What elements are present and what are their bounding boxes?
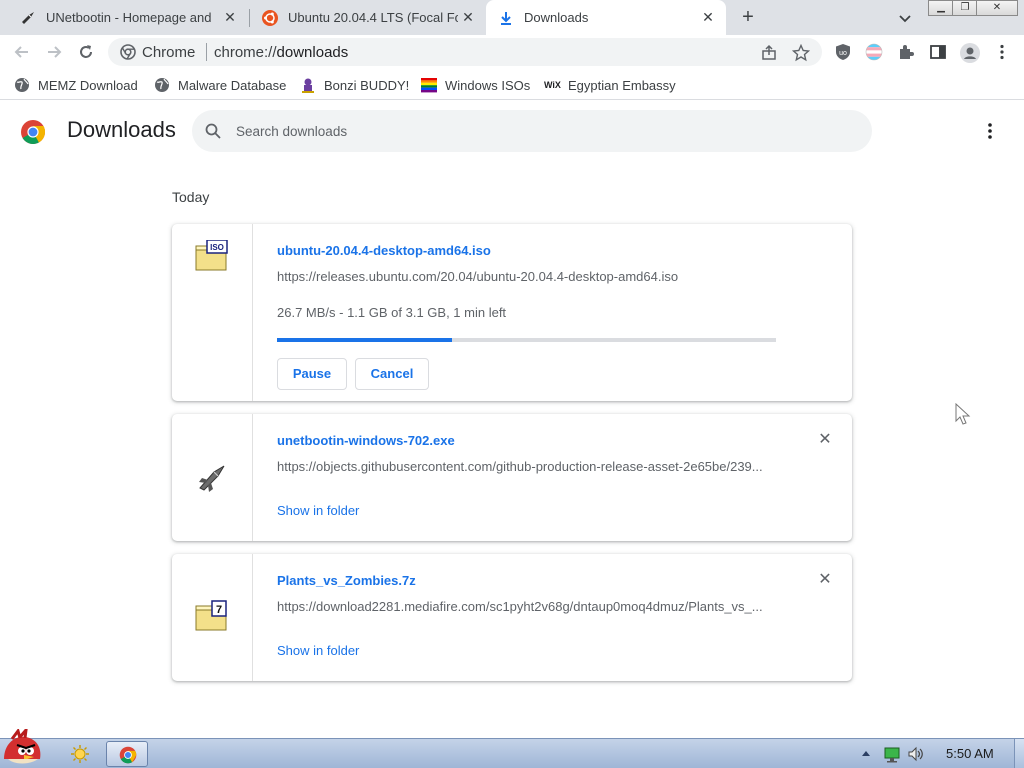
remove-from-list-icon[interactable]: ✕ <box>817 572 833 588</box>
forward-arrow-icon <box>48 46 62 58</box>
ubuntu-icon <box>262 9 278 26</box>
restore-button[interactable]: ❐ <box>952 0 978 16</box>
bonzi-icon <box>300 77 316 93</box>
tray-show-hidden-arrow-icon[interactable] <box>860 745 872 763</box>
exe-file-icon <box>194 462 230 494</box>
extensions-puzzle-icon[interactable] <box>897 43 915 61</box>
bookmark-label: MEMZ Download <box>38 77 138 93</box>
7z-file-icon: 7 <box>194 600 230 632</box>
search-downloads-box[interactable] <box>192 110 872 152</box>
download-item-plants-vs-zombies: 7 Plants_vs_Zombies.7z https://download2… <box>172 554 852 681</box>
omnibox-chrome-label: Chrome <box>142 44 196 61</box>
tab-title: Downloads <box>524 10 589 25</box>
show-in-folder-link[interactable]: Show in folder <box>277 503 359 518</box>
reload-icon <box>80 45 92 58</box>
minimize-button[interactable]: ▁ <box>928 0 954 16</box>
start-button-angry-bird-icon[interactable] <box>0 725 50 768</box>
tab-downloads[interactable]: Downloads ✕ <box>486 0 726 35</box>
search-icon <box>204 122 222 140</box>
ublock-shield-icon[interactable]: uo <box>834 43 852 61</box>
wix-icon: WiX <box>544 80 561 90</box>
download-source-url[interactable]: https://objects.githubusercontent.com/gi… <box>277 459 775 474</box>
tab-close-button[interactable]: ✕ <box>460 9 476 25</box>
side-panel-icon[interactable] <box>929 43 947 61</box>
url-host: downloads <box>276 44 349 61</box>
close-window-button[interactable]: ✕ <box>976 0 1018 16</box>
unetbootin-icon <box>20 10 36 26</box>
download-source-url[interactable]: https://releases.ubuntu.com/20.04/ubuntu… <box>277 269 775 284</box>
bookmark-label: Malware Database <box>178 77 287 93</box>
tab-strip: UNetbootin - Homepage and ✕ Ubuntu 20.04… <box>0 0 1024 35</box>
search-downloads-input[interactable] <box>236 120 836 142</box>
tab-title: Ubuntu 20.04.4 LTS (Focal Fossa) <box>288 10 458 25</box>
tab-title: UNetbootin - Homepage and <box>46 10 212 25</box>
mouse-cursor-icon <box>955 402 971 427</box>
bookmark-star-icon[interactable] <box>791 43 811 62</box>
bookmark-memz[interactable]: MEMZ Download <box>14 75 138 95</box>
url-prefix: chrome:// <box>214 44 277 61</box>
new-tab-button[interactable]: + <box>737 6 759 28</box>
toolbar: Chrome chrome://downloads uo <box>0 35 1024 69</box>
page-title: Downloads <box>67 117 176 142</box>
tab-unetbootin[interactable]: UNetbootin - Homepage and ✕ <box>8 0 248 35</box>
iso-file-icon: ISO <box>194 239 230 272</box>
tab-close-button[interactable]: ✕ <box>700 9 716 25</box>
taskbar-chrome-button[interactable] <box>106 741 148 767</box>
omnibox-separator <box>206 43 207 61</box>
back-button[interactable] <box>12 42 32 62</box>
reload-button[interactable] <box>76 42 96 62</box>
svg-text:uo: uo <box>839 50 847 57</box>
pride-flag-extension-icon[interactable] <box>865 43 883 61</box>
download-item-unetbootin: unetbootin-windows-702.exe https://objec… <box>172 414 852 541</box>
svg-text:7: 7 <box>216 604 222 616</box>
tab-close-button[interactable]: ✕ <box>222 9 238 25</box>
bookmark-label: Bonzi BUDDY! <box>324 77 410 93</box>
taskbar-clock[interactable]: 5:50 AM <box>946 746 994 761</box>
bookmarks-bar: MEMZ Download Malware Database Bonzi BUD… <box>0 69 1024 100</box>
bookmark-bonzi-buddy[interactable]: Bonzi BUDDY! <box>300 75 409 95</box>
svg-text:ISO: ISO <box>210 243 224 252</box>
tray-volume-icon[interactable] <box>907 745 925 763</box>
cancel-button[interactable]: Cancel <box>355 358 429 390</box>
chrome-menu-icon[interactable] <box>993 43 1011 61</box>
download-file-name[interactable]: Plants_vs_Zombies.7z <box>277 573 416 588</box>
bookmark-label: Egyptian Embassy <box>568 77 676 93</box>
omnibox-url[interactable]: chrome://downloads <box>214 44 348 61</box>
bookmark-egyptian-embassy[interactable]: WiX Egyptian Embassy <box>544 75 676 95</box>
bookmark-malware-database[interactable]: Malware Database <box>154 75 286 95</box>
download-progress-fill <box>277 338 452 342</box>
chrome-logo-icon <box>119 746 137 764</box>
chrome-logo-icon <box>20 119 46 145</box>
download-file-name[interactable]: ubuntu-20.04.4-desktop-amd64.iso <box>277 243 491 258</box>
bookmark-windows-isos[interactable]: Windows ISOs <box>421 75 530 95</box>
bookmark-label: Windows ISOs <box>445 77 531 93</box>
download-progress-bar <box>277 338 776 342</box>
chrome-icon <box>120 44 136 60</box>
download-item-ubuntu: ISO ubuntu-20.04.4-desktop-amd64.iso htt… <box>172 224 852 401</box>
globe-icon <box>154 77 170 93</box>
tab-ubuntu[interactable]: Ubuntu 20.04.4 LTS (Focal Fossa) ✕ <box>250 0 486 35</box>
profile-avatar-icon[interactable] <box>960 43 980 63</box>
forward-button[interactable] <box>44 42 64 62</box>
share-icon[interactable] <box>760 44 778 62</box>
remove-from-list-icon[interactable]: ✕ <box>817 432 833 448</box>
download-status: 26.7 MB/s - 1.1 GB of 3.1 GB, 1 min left <box>277 305 507 320</box>
taskbar: 5:50 AM <box>0 725 1024 768</box>
date-section-label: Today <box>172 189 210 205</box>
show-in-folder-link[interactable]: Show in folder <box>277 643 359 658</box>
quick-launch-sun-icon[interactable] <box>70 744 90 764</box>
more-actions-icon[interactable] <box>980 121 1000 141</box>
download-file-name[interactable]: unetbootin-windows-702.exe <box>277 433 455 448</box>
rainbow-flag-icon <box>421 77 437 93</box>
show-desktop-button[interactable] <box>1014 739 1024 768</box>
download-icon <box>498 10 514 26</box>
downloads-header: Downloads <box>0 101 1024 161</box>
back-arrow-icon <box>14 46 28 58</box>
download-source-url[interactable]: https://download2281.mediafire.com/sc1py… <box>277 599 775 614</box>
pause-button[interactable]: Pause <box>277 358 347 390</box>
globe-icon <box>14 77 30 93</box>
tray-network-icon[interactable] <box>883 745 901 763</box>
tab-search-chevron-icon[interactable] <box>896 9 914 27</box>
omnibox[interactable]: Chrome chrome://downloads <box>108 38 822 66</box>
